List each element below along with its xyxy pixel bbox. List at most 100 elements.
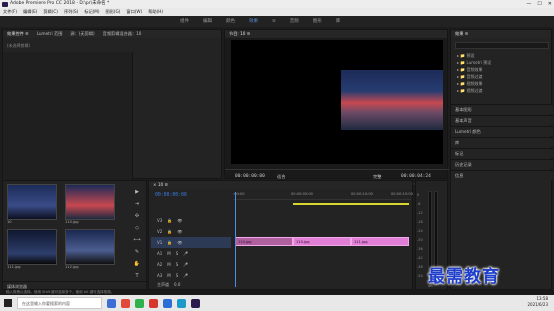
solo-icon[interactable]: S	[176, 248, 179, 259]
ws-tab-graphics[interactable]: 图形	[313, 16, 322, 27]
master-track[interactable]: 主声道 0.0	[151, 279, 231, 290]
program-title[interactable]: 节目: 10 ≡	[229, 30, 250, 38]
lock-icon[interactable]: 🔒	[167, 215, 172, 226]
project-thumb-110	[65, 184, 115, 220]
menu-clip[interactable]: 剪辑(C)	[43, 8, 58, 16]
work-area-bar[interactable]	[293, 203, 409, 205]
monitor-scrub-bar[interactable]	[225, 167, 449, 170]
tab-effect-controls[interactable]: 效果控件 ≡	[7, 30, 29, 38]
track-header-v3[interactable]: V3 🔒 👁	[151, 215, 231, 226]
tree-item-audio-effects[interactable]: ▸ 📁 音频效果	[457, 66, 491, 73]
ripple-edit-icon[interactable]: ✣	[135, 213, 139, 219]
ruler-label: 00:00:05:00	[291, 192, 313, 196]
edge-icon[interactable]	[177, 298, 186, 308]
project-panel: 10 110.jpg 111.jpg 112.jpg 媒体浏览器	[2, 180, 148, 290]
app-icon[interactable]	[149, 298, 158, 308]
menu-help[interactable]: 帮助(H)	[148, 8, 163, 16]
taskbar-search-input[interactable]: 在这里输入你要搜索的内容	[17, 297, 102, 309]
menu-edit[interactable]: 编辑(E)	[23, 8, 37, 16]
ws-tab-assembly[interactable]: 组件	[180, 16, 189, 27]
windows-start-icon[interactable]	[4, 299, 12, 307]
ws-tab-editing[interactable]: 编辑	[203, 16, 212, 27]
section-libraries[interactable]: 库	[451, 137, 553, 147]
timeline-clip[interactable]: 110.jpg	[293, 237, 351, 246]
ws-tab-libraries[interactable]: 库	[336, 16, 341, 27]
mic-icon[interactable]: 🎤	[183, 259, 188, 270]
time-ruler[interactable]: :00:00 00:00:05:00 00:00:10:00 00:00:15:…	[233, 192, 413, 200]
menu-file[interactable]: 文件(F)	[3, 8, 17, 16]
project-item[interactable]: 111.jpg	[7, 229, 57, 269]
project-item[interactable]: 110.jpg	[65, 184, 115, 224]
system-clock[interactable]: 13:58 2021/6/23	[527, 296, 548, 308]
hand-icon[interactable]: ✋	[134, 261, 140, 267]
pen-icon[interactable]: ✎	[135, 249, 139, 255]
app-icon[interactable]	[121, 298, 130, 308]
tree-item-presets[interactable]: ▸ 📁 预设	[457, 52, 491, 59]
project-item-name: 112.jpg	[65, 265, 79, 269]
effects-title[interactable]: 效果 ≡	[455, 30, 468, 38]
track-select-icon[interactable]: ⇥	[135, 201, 139, 207]
menu-window[interactable]: 窗口(W)	[126, 8, 142, 16]
sequence-tab[interactable]: × 10 ≡	[153, 181, 168, 189]
playhead[interactable]	[235, 192, 236, 287]
effects-panel: 效果 ≡ ▸ 📁 预设 ▸ 📁 Lumetri 预设 ▸ 📁 音频效果 ▸ 📁 …	[450, 29, 553, 290]
tree-item-video-effects[interactable]: ▸ 📁 视频效果	[457, 80, 491, 87]
ws-tab-color[interactable]: 颜色	[226, 16, 235, 27]
solo-icon[interactable]: S	[176, 259, 179, 270]
mute-icon[interactable]: M	[167, 259, 170, 270]
timeline-clip[interactable]: 111.jpg	[351, 237, 409, 246]
program-monitor: 节目: 10 ≡ 00:00:00:00 适合 完整 00:00:04:24 ▼…	[224, 29, 449, 196]
section-lumetri-color[interactable]: Lumetri 颜色	[451, 126, 553, 136]
menu-sequence[interactable]: 序列(S)	[64, 8, 78, 16]
browser-icon[interactable]	[163, 298, 172, 308]
tree-item-audio-transitions[interactable]: ▸ 📁 音频过渡	[457, 73, 491, 80]
section-essential-graphics[interactable]: 基本图形	[451, 104, 553, 114]
track-header-v1[interactable]: V1 🔒 👁	[151, 237, 231, 248]
tree-item-video-transitions[interactable]: ▸ 📁 视频过渡	[457, 87, 491, 94]
timeline-clip[interactable]: 110.jpg	[235, 237, 293, 246]
tab-audio-mixer[interactable]: 音频剪辑混合器：10	[103, 30, 142, 38]
ws-tab-menu-icon[interactable]: ≡	[272, 16, 276, 27]
minimize-button[interactable]: —	[526, 0, 531, 8]
window-title: Adobe Premiere Pro CC 2018 - D:\pr\未命名 *	[10, 1, 110, 6]
slip-icon[interactable]: ⟷	[133, 237, 140, 243]
master-value[interactable]: 0.0	[174, 279, 180, 290]
selection-tool-icon[interactable]: ▶	[135, 189, 139, 195]
section-info[interactable]: 信息	[451, 170, 553, 180]
media-browser-tab[interactable]: 媒体浏览器	[3, 281, 148, 290]
section-history[interactable]: 历史记录	[451, 159, 553, 169]
section-markers[interactable]: 标记	[451, 148, 553, 158]
task-view-icon[interactable]	[107, 298, 116, 308]
ws-tab-audio[interactable]: 音频	[290, 16, 299, 27]
effect-controls-panel: 效果控件 ≡ Lumetri 范围 源：(无剪辑) 音频剪辑混合器：10 (未选…	[2, 29, 222, 180]
timeline-timecode[interactable]: 00:00:00:00	[155, 193, 187, 198]
lock-icon[interactable]: 🔒	[167, 237, 172, 248]
workspace-bar: 组件 编辑 颜色 效果 ≡ 音频 图形 库	[0, 16, 554, 27]
project-item[interactable]: 10	[7, 184, 57, 224]
maximize-button[interactable]: ☐	[537, 0, 541, 8]
wechat-icon[interactable]	[135, 298, 144, 308]
track-header-v2[interactable]: V2 🔒 👁	[151, 226, 231, 237]
razor-icon[interactable]: ◇	[135, 225, 139, 231]
effects-search-input[interactable]	[455, 42, 549, 49]
track-header-a1[interactable]: A1 M S 🎤	[151, 248, 231, 259]
tree-item-lumetri-presets[interactable]: ▸ 📁 Lumetri 预设	[457, 59, 491, 66]
section-essential-sound[interactable]: 基本声音	[451, 115, 553, 125]
eye-icon[interactable]: 👁	[177, 215, 182, 226]
type-icon[interactable]: T	[135, 273, 138, 279]
program-timecode[interactable]: 00:00:00:00	[235, 174, 265, 179]
tab-lumetri-scopes[interactable]: Lumetri 范围	[37, 30, 63, 38]
track-header-a2[interactable]: A2 M S 🎤	[151, 259, 231, 270]
ws-tab-effects[interactable]: 效果	[249, 16, 258, 27]
mute-icon[interactable]: M	[167, 248, 170, 259]
lock-icon[interactable]: 🔒	[167, 226, 172, 237]
menu-graphics[interactable]: 图形(G)	[106, 8, 121, 16]
menu-marker[interactable]: 标记(M)	[84, 8, 99, 16]
mic-icon[interactable]: 🎤	[183, 248, 188, 259]
close-button[interactable]: ✕	[548, 0, 552, 8]
eye-icon[interactable]: 👁	[177, 226, 182, 237]
tab-source[interactable]: 源：(无剪辑)	[70, 30, 94, 38]
premiere-taskbar-icon[interactable]	[191, 298, 200, 308]
project-item[interactable]: 112.jpg	[65, 229, 115, 269]
eye-icon[interactable]: 👁	[177, 237, 182, 248]
